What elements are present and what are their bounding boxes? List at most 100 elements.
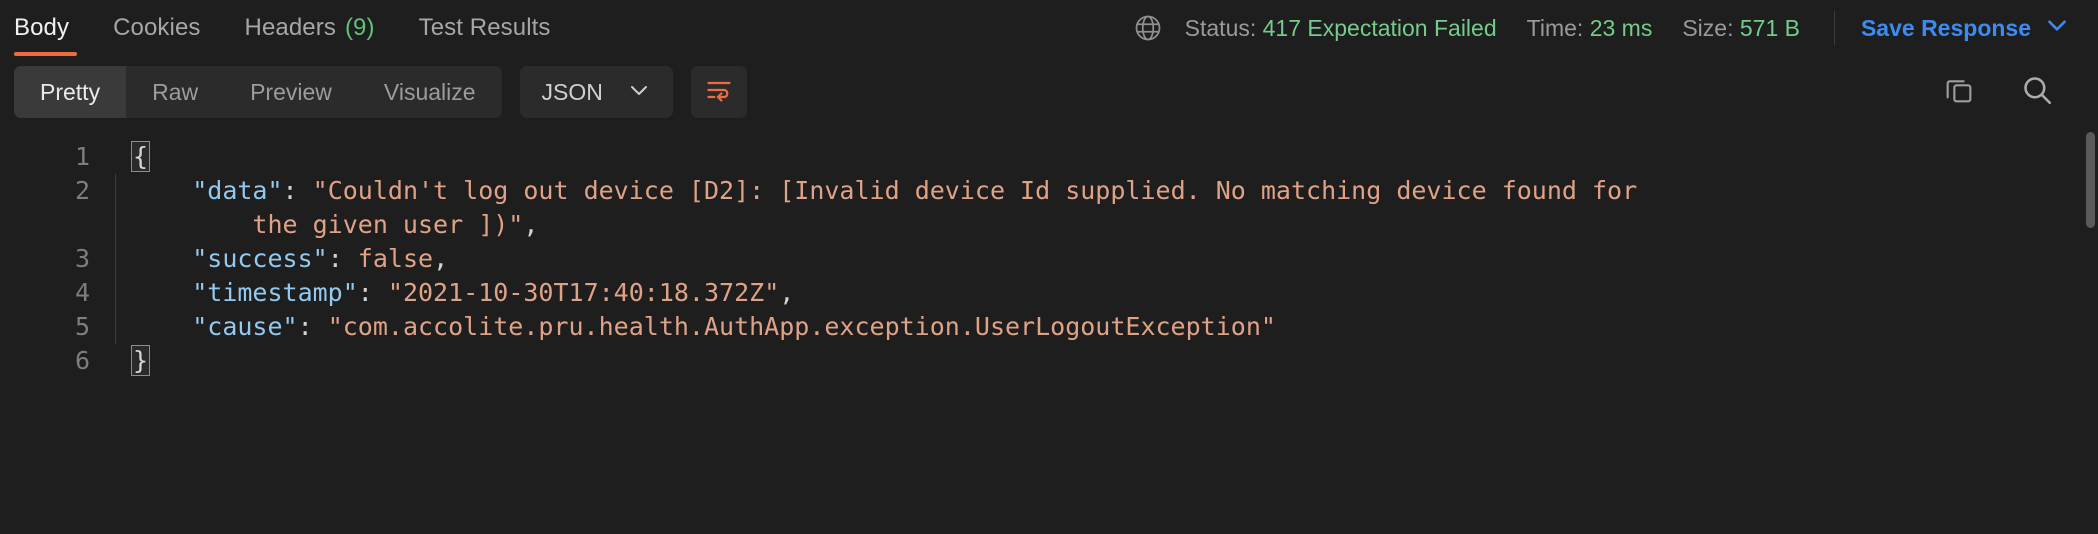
code-line: 4 "timestamp": "2021-10-30T17:40:18.372Z… (0, 276, 2098, 310)
code-line-content: "success": false, (124, 242, 448, 276)
response-size-group: Size: 571 B (1682, 15, 1800, 42)
search-icon (2020, 73, 2054, 112)
code-token: "Couldn't log out device [D2]: [Invalid … (312, 176, 1638, 205)
response-tab-test-results[interactable]: Test Results (397, 0, 573, 56)
code-token: , (779, 278, 795, 307)
code-token: "cause" (192, 312, 298, 341)
code-token: : (357, 278, 388, 307)
fold-guide (108, 242, 124, 276)
tab-visualize[interactable]: Visualize (358, 66, 502, 118)
copy-icon (1943, 74, 1975, 111)
tab-visualize-label: Visualize (383, 78, 476, 105)
toolbar-right-actions (1942, 75, 2072, 109)
code-token: { (130, 141, 151, 172)
language-select[interactable]: JSON (519, 66, 673, 118)
response-view-toolbar: Pretty Raw Preview Visualize JSON (0, 56, 2098, 128)
tab-preview-label: Preview (250, 78, 332, 105)
response-time-group: Time: 23 ms (1527, 15, 1653, 42)
scrollbar-thumb[interactable] (2086, 132, 2095, 228)
code-token: : (282, 176, 313, 205)
vertical-scrollbar[interactable] (2086, 128, 2095, 534)
language-select-value: JSON (541, 78, 603, 105)
code-line-list: 1{2 "data": "Couldn't log out device [D2… (0, 128, 2098, 378)
fold-guide (108, 310, 124, 344)
headers-count-badge: (9) (344, 14, 375, 41)
search-button[interactable] (2020, 75, 2054, 109)
code-token: "com.accolite.pru.health.AuthApp.excepti… (327, 312, 1276, 341)
fold-guide (108, 140, 124, 174)
time-value: 23 ms (1589, 14, 1653, 41)
code-line-content: } (124, 344, 151, 378)
code-token: "data" (192, 176, 283, 205)
response-tab-list: Body Cookies Headers (9) Test Results (0, 0, 573, 56)
tab-pretty[interactable]: Pretty (14, 66, 127, 118)
line-number: 5 (74, 312, 90, 341)
code-line: the given user ])", (0, 208, 2098, 242)
tab-raw[interactable]: Raw (126, 66, 224, 118)
line-number: 2 (74, 176, 90, 205)
wrap-lines-button[interactable] (690, 66, 747, 118)
save-response-button[interactable]: Save Response (1861, 12, 2070, 44)
status-code-group: Status: 417 Expectation Failed (1185, 15, 1497, 42)
line-number: 1 (74, 142, 90, 171)
toolbar-divider (1833, 11, 1835, 45)
response-status-cluster: Status: 417 Expectation Failed Time: 23 … (1133, 11, 2070, 45)
code-line: 2 "data": "Couldn't log out device [D2]:… (0, 174, 2098, 208)
save-response-label: Save Response (1860, 14, 2031, 41)
code-token: false (357, 244, 434, 273)
code-line: 3 "success": false, (0, 242, 2098, 276)
chevron-down-icon[interactable] (2044, 12, 2070, 44)
code-token: the given user ])" (252, 210, 524, 239)
code-token: : (297, 312, 328, 341)
code-line-content: "cause": "com.accolite.pru.health.AuthAp… (124, 310, 1276, 344)
code-line: 5 "cause": "com.accolite.pru.health.Auth… (0, 310, 2098, 344)
tab-preview[interactable]: Preview (224, 66, 358, 118)
response-tab-body[interactable]: Body (0, 0, 91, 56)
globe-icon (1133, 13, 1163, 43)
line-number: 6 (74, 346, 90, 375)
response-tab-headers-label: Headers (244, 14, 336, 41)
size-label: Size: (1682, 14, 1740, 41)
line-number: 4 (74, 278, 90, 307)
code-token: : (327, 244, 358, 273)
response-tab-cookies-label: Cookies (113, 14, 201, 41)
code-token: } (130, 345, 151, 376)
code-token: "success" (192, 244, 328, 273)
response-body-code-viewer[interactable]: 1{2 "data": "Couldn't log out device [D2… (0, 128, 2098, 534)
size-value: 571 B (1739, 14, 1800, 41)
time-label: Time: (1526, 14, 1590, 41)
code-line: 1{ (0, 140, 2098, 174)
code-line-content: "data": "Couldn't log out device [D2]: [… (124, 174, 1637, 208)
code-line-content: { (124, 140, 151, 174)
code-token: , (433, 244, 449, 273)
response-tab-cookies[interactable]: Cookies (91, 0, 222, 56)
code-token: "2021-10-30T17:40:18.372Z" (387, 278, 780, 307)
response-tab-headers[interactable]: Headers (9) (223, 0, 397, 56)
code-line-content: the given user ])", (124, 208, 538, 242)
code-token: "timestamp" (192, 278, 358, 307)
fold-guide (108, 174, 124, 208)
status-label: Status: (1184, 14, 1263, 41)
response-tab-body-label: Body (14, 14, 70, 41)
tab-pretty-label: Pretty (40, 78, 101, 105)
status-value: 417 Expectation Failed (1262, 14, 1497, 41)
fold-guide (108, 276, 124, 310)
chevron-down-icon (627, 78, 651, 107)
code-line-content: "timestamp": "2021-10-30T17:40:18.372Z", (124, 276, 794, 310)
code-token: , (523, 210, 539, 239)
tab-raw-label: Raw (152, 78, 199, 105)
response-tab-test-results-label: Test Results (418, 14, 551, 41)
wrap-lines-icon (705, 76, 733, 109)
copy-button[interactable] (1942, 75, 1976, 109)
fold-guide (108, 208, 124, 242)
view-mode-segmented-control: Pretty Raw Preview Visualize (14, 66, 502, 118)
line-number: 3 (74, 244, 90, 273)
response-top-bar: Body Cookies Headers (9) Test Results St… (0, 0, 2098, 56)
code-line: 6} (0, 344, 2098, 378)
fold-guide (108, 344, 124, 378)
